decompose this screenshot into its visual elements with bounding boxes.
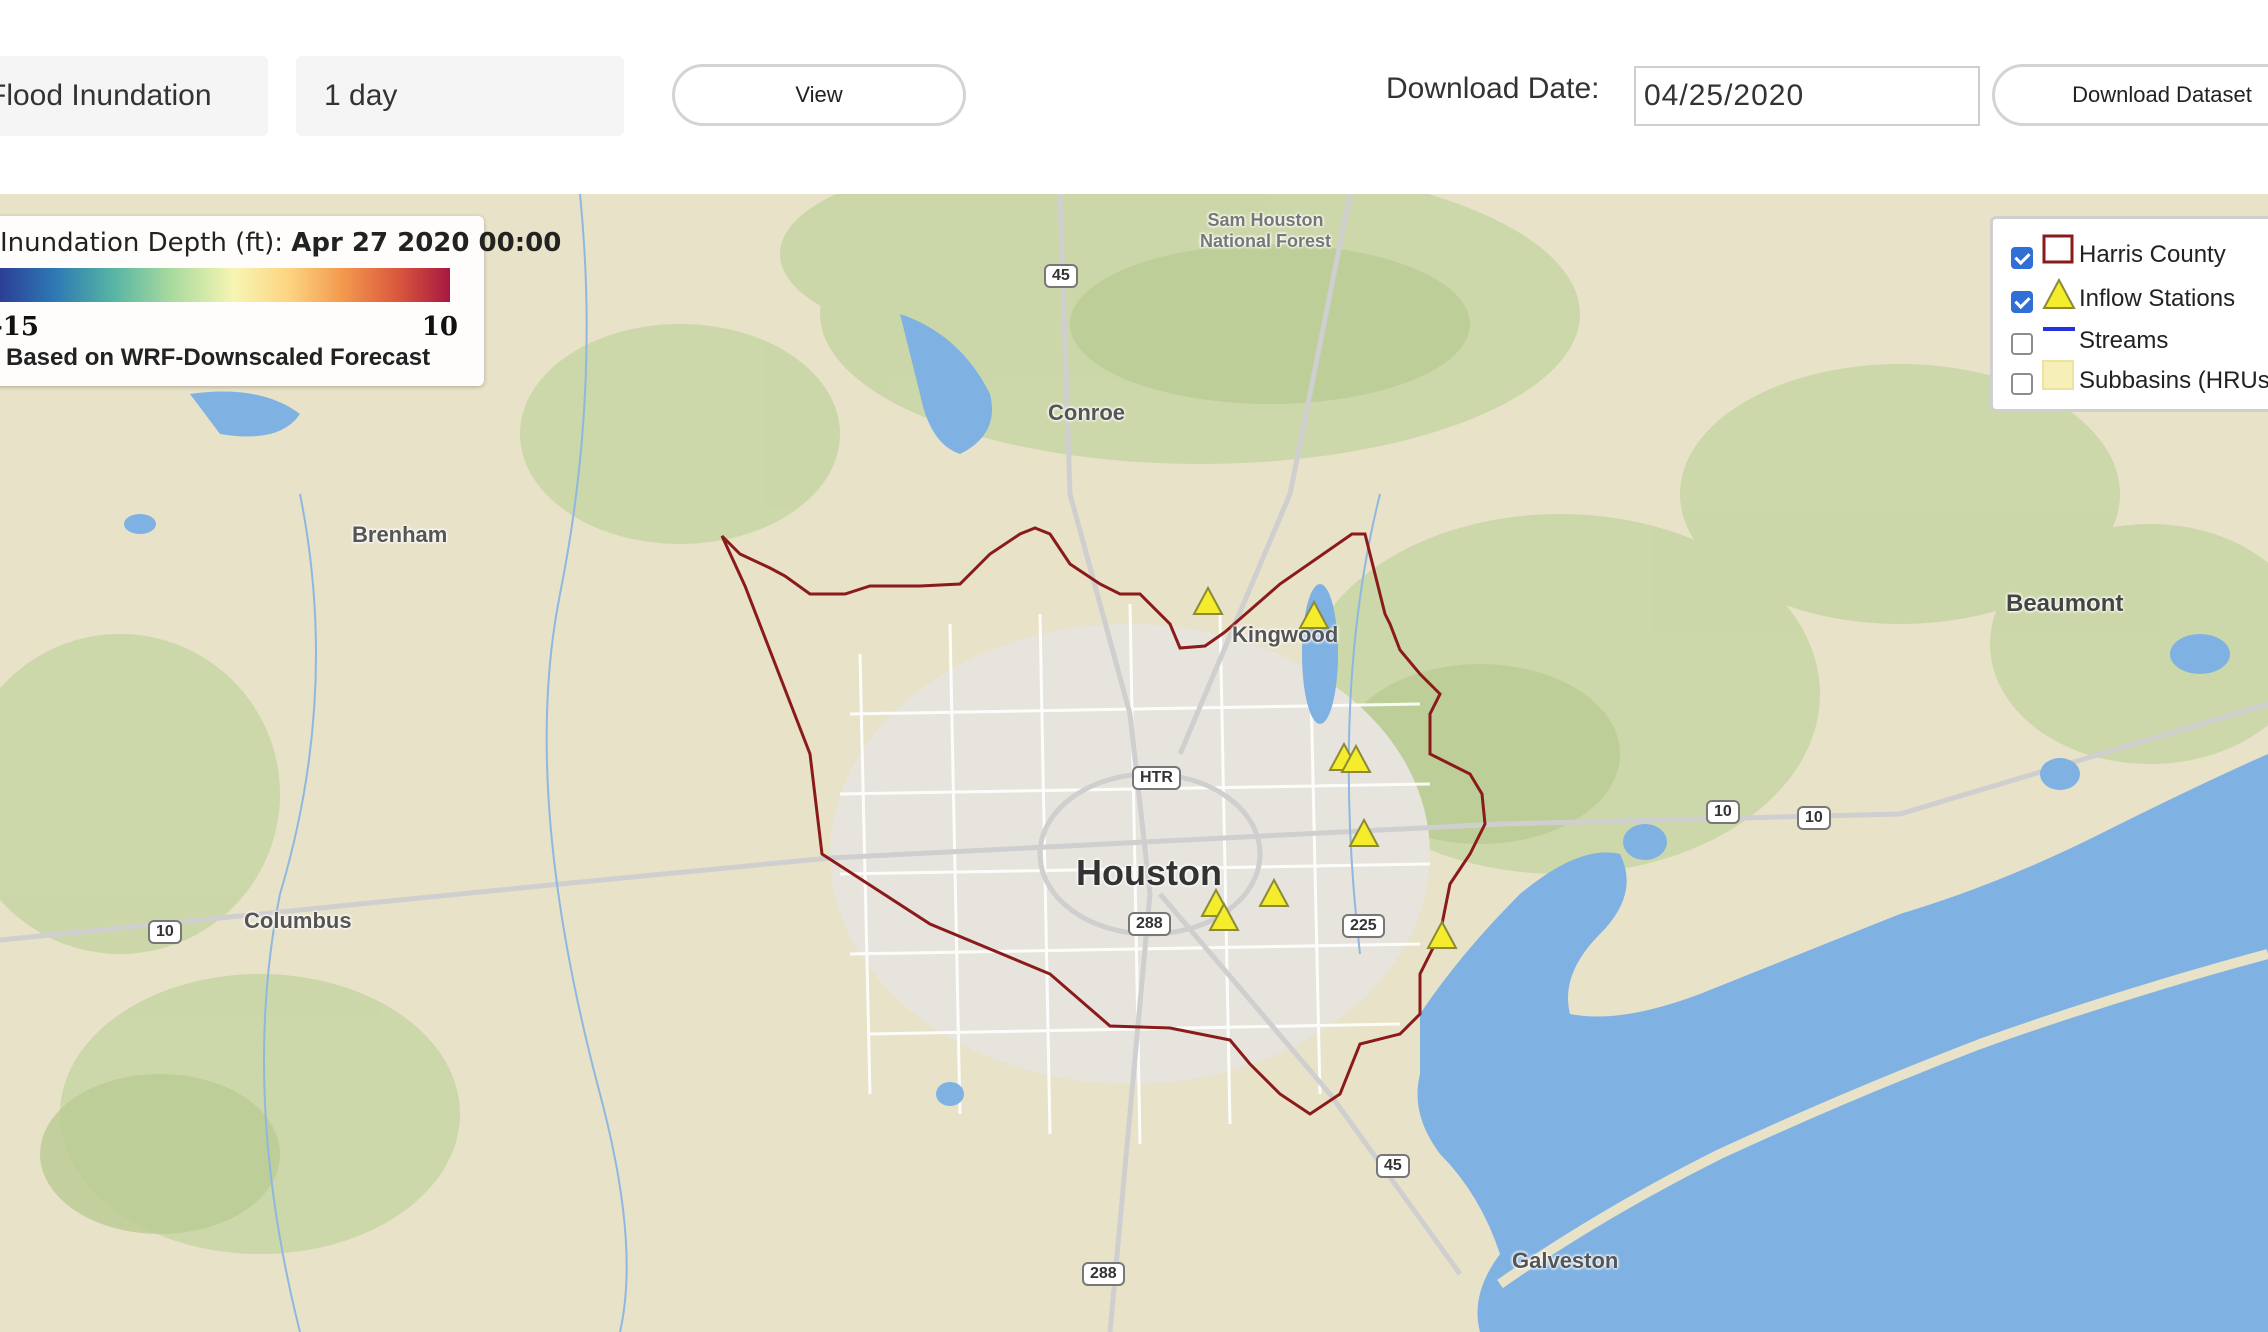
download-dataset-button[interactable]: Download Dataset (1992, 64, 2268, 126)
layer-inflow-stations[interactable]: Inflow Stations (2011, 277, 2268, 317)
download-date-label: Download Date: (1386, 72, 1600, 105)
subbasins-checkbox[interactable] (2011, 373, 2033, 395)
place-beaumont: Beaumont (2006, 590, 2124, 617)
legend-title: Inundation Depth (ft): Apr 27 2020 00:00 (0, 228, 562, 258)
shield-225: 225 (1342, 914, 1385, 938)
shield-i45-south: 45 (1376, 1154, 1410, 1178)
shield-htr: HTR (1132, 766, 1181, 790)
legend-note: Based on WRF-Downscaled Forecast (6, 344, 431, 371)
toolbar: Flood Inundation 1 day View Download Dat… (0, 0, 2268, 194)
download-date-input[interactable] (1634, 66, 1980, 126)
place-kingwood: Kingwood (1232, 622, 1339, 647)
layer-harris-county[interactable]: Harris County (2011, 233, 2268, 273)
place-conroe: Conroe (1048, 400, 1125, 425)
place-houston: Houston (1076, 852, 1222, 893)
layer-subbasins[interactable]: Subbasins (HRUs) (2011, 359, 2268, 399)
inflow-stations-checkbox[interactable] (2011, 291, 2033, 313)
legend-min-label: -15 (0, 312, 39, 342)
legend-colorbar (0, 268, 450, 302)
place-sam-houston-national-forest: Sam Houston National Forest (1200, 210, 1332, 251)
legend-max-label: 10 (421, 312, 458, 342)
layer-control: Harris County Inflow Stations Streams Su… (1990, 216, 2268, 412)
view-button[interactable]: View (672, 64, 966, 126)
line-icon (2043, 327, 2075, 331)
shield-i10-west: 10 (148, 920, 182, 944)
inundation-legend: Inundation Depth (ft): Apr 27 2020 00:00… (0, 216, 561, 386)
shield-288: 288 (1128, 912, 1171, 936)
layer-streams[interactable]: Streams (2011, 319, 2268, 359)
product-select[interactable]: Flood Inundation (0, 56, 268, 136)
streams-checkbox[interactable] (2011, 333, 2033, 355)
shield-i10-east-b: 10 (1797, 806, 1831, 830)
harris-county-checkbox[interactable] (2011, 247, 2033, 269)
shield-288-south: 288 (1082, 1262, 1125, 1286)
shield-i10-east-a: 10 (1706, 800, 1740, 824)
shield-i45-north: 45 (1044, 264, 1078, 288)
place-columbus: Columbus (244, 908, 352, 933)
place-galveston: Galveston (1512, 1248, 1619, 1273)
place-brenham: Brenham (352, 522, 448, 547)
square-fill-icon (2042, 360, 2074, 390)
duration-select[interactable]: 1 day (296, 56, 624, 136)
square-outline-icon (2042, 234, 2074, 264)
triangle-icon (2042, 277, 2076, 309)
